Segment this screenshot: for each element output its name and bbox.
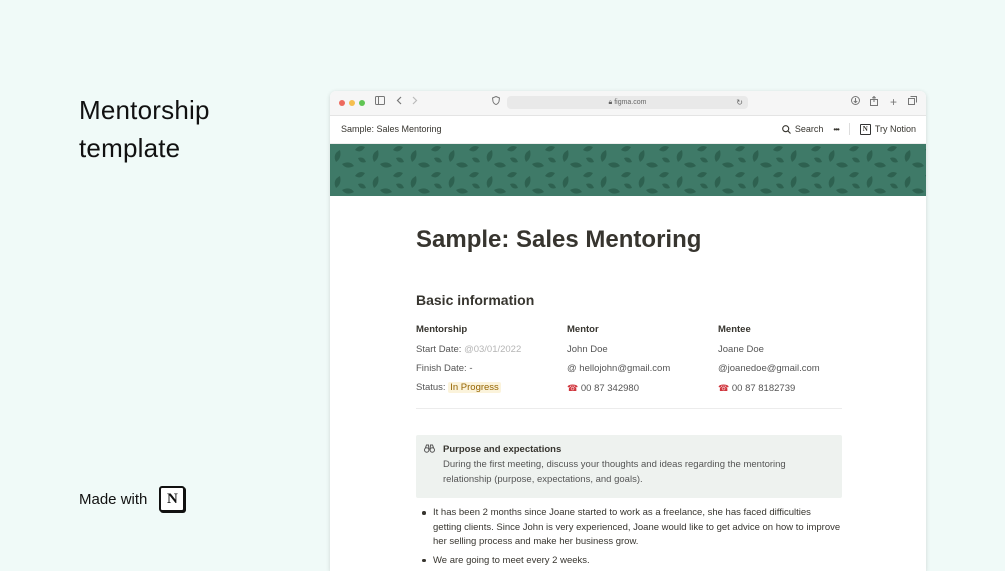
- start-date-value[interactable]: @03/01/2022: [464, 344, 521, 355]
- callout-title: Purpose and expectations: [443, 444, 562, 455]
- traffic-lights: [339, 100, 365, 106]
- bullet-list: It has been 2 months since Joane started…: [416, 506, 842, 571]
- telephone-icon: ☎: [718, 383, 730, 393]
- search-label: Search: [794, 124, 824, 134]
- notion-mini-logo-icon: N: [859, 123, 871, 135]
- status-badge[interactable]: In Progress: [448, 382, 501, 393]
- search-button[interactable]: Search: [782, 124, 824, 134]
- close-window-button[interactable]: [339, 100, 345, 106]
- callout-body: During the first meeting, discuss your t…: [443, 459, 786, 485]
- mentee-column: Mentee Joane Doe @joanedoe@gmail.com ☎ 0…: [718, 324, 842, 401]
- made-with-label: Made with: [79, 490, 148, 508]
- mentor-phone[interactable]: 00 87 342980: [581, 383, 639, 394]
- mentorship-heading: Mentorship: [416, 324, 468, 335]
- lock-icon: 🔒︎: [608, 99, 613, 106]
- status-label: Status:: [416, 382, 446, 393]
- maximize-window-button[interactable]: [359, 100, 365, 106]
- mentor-phone-row: ☎ 00 87 342980: [567, 382, 717, 401]
- url-bar[interactable]: 🔒︎ figma.com ↻: [507, 96, 748, 109]
- mentee-phone[interactable]: 00 87 8182739: [732, 383, 795, 394]
- mentee-heading: Mentee: [718, 324, 751, 335]
- list-item: We are going to meet every 2 weeks.: [416, 554, 842, 569]
- notion-topbar: Sample: Sales Mentoring Search ••• N Try…: [330, 116, 926, 144]
- topbar-divider: [848, 123, 850, 135]
- minimize-window-button[interactable]: [349, 100, 355, 106]
- section-heading: Basic information: [416, 292, 535, 308]
- mentor-column: Mentor John Doe @ hellojohn@gmail.com ☎ …: [567, 324, 717, 401]
- download-icon[interactable]: [851, 96, 860, 110]
- start-date-label: Start Date:: [416, 344, 462, 355]
- url-text: figma.com: [614, 99, 647, 106]
- leaf-pattern: [330, 144, 926, 196]
- mentor-heading: Mentor: [567, 324, 599, 335]
- search-icon: [782, 124, 791, 134]
- mentee-phone-row: ☎ 00 87 8182739: [718, 382, 842, 401]
- new-tab-icon[interactable]: +: [890, 95, 897, 109]
- finish-date-row: Finish Date: -: [416, 363, 473, 374]
- sidebar-toggle-icon[interactable]: [375, 96, 385, 110]
- try-notion-button[interactable]: N Try Notion: [859, 123, 916, 135]
- promo-title-line2: template: [79, 133, 181, 163]
- browser-window: 🔒︎ figma.com ↻ + Sample: Sales Mentoring…: [330, 91, 926, 571]
- status-row: Status: In Progress: [416, 382, 566, 401]
- more-options-icon[interactable]: •••: [833, 125, 839, 134]
- page-title: Sample: Sales Mentoring: [416, 226, 702, 253]
- divider: [416, 408, 842, 409]
- promo-title-line1: Mentorship: [79, 95, 210, 125]
- mentee-name: Joane Doe: [718, 344, 764, 355]
- notion-logo-icon: N: [159, 486, 186, 512]
- mentor-name: John Doe: [567, 344, 608, 355]
- list-item: It has been 2 months since Joane started…: [416, 506, 842, 550]
- promo-title: Mentorship template: [79, 91, 210, 167]
- reload-icon[interactable]: ↻: [736, 96, 743, 109]
- telephone-icon: ☎: [567, 383, 579, 393]
- page-cover: [330, 144, 926, 196]
- breadcrumb[interactable]: Sample: Sales Mentoring: [341, 124, 442, 134]
- binoculars-icon: [424, 444, 436, 456]
- callout-block: Purpose and expectations During the firs…: [416, 435, 842, 498]
- mentor-email[interactable]: @ hellojohn@gmail.com: [567, 363, 717, 382]
- start-date-row: Start Date: @03/01/2022: [416, 344, 566, 363]
- try-notion-label: Try Notion: [874, 124, 916, 134]
- mentee-email[interactable]: @joanedoe@gmail.com: [718, 363, 842, 382]
- privacy-shield-icon[interactable]: [491, 95, 501, 110]
- browser-titlebar: 🔒︎ figma.com ↻ +: [330, 91, 926, 116]
- made-with: Made with N: [79, 486, 186, 512]
- forward-icon[interactable]: [412, 96, 418, 110]
- back-icon[interactable]: [396, 96, 402, 110]
- mentorship-column: Mentorship Start Date: @03/01/2022 Finis…: [416, 324, 566, 401]
- tabs-overview-icon[interactable]: [908, 96, 917, 110]
- share-icon[interactable]: [870, 95, 878, 111]
